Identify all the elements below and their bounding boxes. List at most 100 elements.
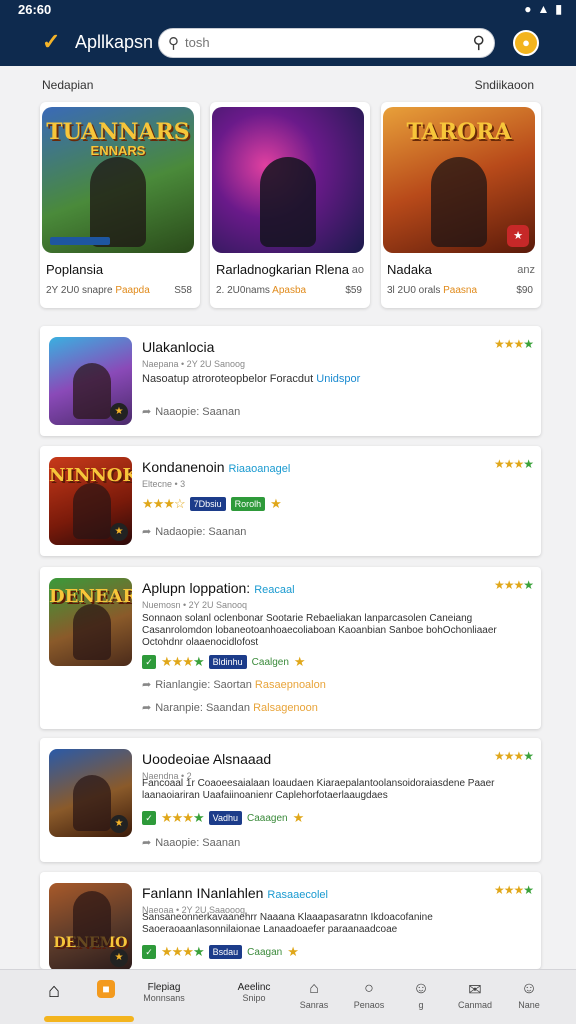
badge-chip: Vadhu [208, 811, 242, 825]
rating-stars: ★★★★ [493, 883, 534, 897]
list-description: Nasoatup atroroteopbelor Foracdut Unidsp… [142, 373, 361, 385]
list-subtitle: Nuemosn • 2Y 2U Sanooq [142, 600, 248, 610]
rating-stars: ★★★★ [161, 944, 205, 959]
list-item[interactable]: DENEMO ★ Fanlann INanlahlenRasaaecolel ★… [40, 872, 541, 971]
nav-item[interactable]: ☺ Nane [510, 970, 548, 1024]
avatar[interactable]: ● [513, 30, 539, 56]
character-figure [73, 363, 111, 419]
status-time: 26:60 [18, 2, 52, 17]
nav-item[interactable]: ✉ Canmad [452, 970, 498, 1024]
art-tagline [50, 237, 110, 245]
list-item[interactable]: ★ Ulakanlocia ★★★★ Naepana • 2Y 2U Sanoo… [40, 326, 541, 436]
nav-item[interactable]: ⌂ Sanras [294, 970, 334, 1024]
rating-stars: ★★★★ [161, 654, 205, 669]
list-thumbnail: ★ [49, 749, 132, 837]
featured-card[interactable]: TUANNARS ENNARS Poplansia 2Y 2U0 snapre … [40, 102, 200, 308]
badge-row: ✓ ★★★★ Vadhu Caaagen ★ [142, 810, 304, 826]
nav-item[interactable]: Aeelinc Snipo [224, 970, 284, 1024]
list-subtitle: Eltecne • 3 [142, 479, 186, 489]
chat-icon: ○ [364, 980, 374, 997]
check-icon: ✓ [142, 811, 156, 825]
featured-card[interactable]: Rarladnogkarian Rlena ao 2. 2U0nams Apas… [210, 102, 370, 308]
home-icon: ⌂ [47, 980, 61, 1002]
featured-art: TUANNARS ENNARS [42, 107, 194, 253]
thumb-badge-icon: ★ [110, 403, 128, 421]
list-title: Fanlann INanlahlen Rasaaecolel [142, 885, 328, 901]
list-action[interactable]: ➦ Naaopie: Saanan [142, 405, 240, 418]
battery-icon: ▮ [555, 2, 562, 16]
nav-item[interactable]: ○ Penaos [348, 970, 390, 1024]
art-subtitle: ENNARS [90, 143, 146, 158]
badge-chip: 7Dbsiu [189, 497, 226, 511]
featured-name-suffix: ao [351, 264, 364, 276]
list-title: Ulakanlocia [142, 339, 215, 355]
art-title: TARORA [406, 119, 512, 145]
list-action[interactable]: ➦ Naaopie: Saanan [142, 836, 240, 849]
check-icon: ✓ [142, 655, 156, 669]
section-header: Nedapian Sndiikaoon [0, 66, 576, 96]
rating-stars: ★★★☆ [142, 496, 186, 511]
share-icon: ➦ [142, 679, 152, 691]
share-icon: ➦ [142, 837, 152, 849]
rating-stars: ★★★★ [493, 337, 534, 351]
list-title: Aplupn loppation: Reacaal [142, 580, 295, 596]
list-item[interactable]: NINNOK ★ Kondanenoin Riaaoanagel ★★★★ Elt… [40, 446, 541, 556]
character-figure [73, 891, 111, 947]
list-subtitle: Naepana • 2Y 2U Sanoog [142, 359, 246, 369]
list-description: Fancoaal 1r Coaoeesaialaan loaudaen Kiar… [142, 778, 495, 801]
badge-row: ✓ ★★★★ Bldinhu Caalgen ★ [142, 654, 306, 670]
store-icon: ■ [88, 980, 124, 1000]
badge-label: Caalgen [251, 656, 289, 668]
thumb-badge-icon: ★ [110, 523, 128, 541]
featured-meta: 2Y 2U0 snapre Paapda [46, 285, 150, 296]
art-title: TUANNARS [46, 119, 190, 145]
list-item[interactable]: ★ Uoodeoiae Alsnaaad ★★★★ Naendna • 2 Fa… [40, 738, 541, 862]
list-thumbnail: NINNOK ★ [49, 457, 132, 545]
award-icon: ★ [292, 810, 305, 825]
home-indicator [44, 1016, 134, 1022]
badge-chip: Bsdau [208, 945, 243, 959]
tent-icon: ⌂ [309, 980, 319, 997]
badge-row: ✓ ★★★★ Bsdau Caagan ★ [142, 944, 299, 960]
character-figure [90, 157, 146, 247]
search-bar[interactable]: ⚲ ⚲ [158, 28, 495, 58]
rating-stars: ★★★★ [493, 457, 534, 471]
share-icon: ➦ [142, 406, 152, 418]
list-title: Uoodeoiae Alsnaaad [142, 751, 272, 767]
list-action[interactable]: ➦ Naranpie: Saandan Ralsagenoon [142, 701, 318, 714]
featured-meta: 2. 2U0nams Apasba [216, 285, 307, 296]
character-figure [431, 157, 487, 247]
featured-card[interactable]: TARORA ★ Nadaka anz 3l 2U0 orals Paasna … [381, 102, 541, 308]
list-title: Kondanenoin Riaaoanagel [142, 459, 291, 475]
featured-art: TARORA ★ [383, 107, 535, 253]
check-icon: ✓ [142, 945, 156, 959]
nav-item[interactable]: Flepiag Monnsans [132, 970, 196, 1024]
character-figure [73, 483, 111, 539]
badge-row: ★★★☆ 7Dbsiu Rorolh ★ [142, 496, 282, 512]
app-logo-icon: ✓ [42, 29, 61, 54]
featured-name: Poplansia [46, 262, 104, 277]
list-action[interactable]: ➦ Rianlangie: Saortan Rasaepnoalon [142, 678, 326, 691]
award-icon: ★ [293, 654, 306, 669]
status-bar: 26:60 ● ▲ ▮ [0, 0, 576, 20]
list-action[interactable]: ➦ Nadaopie: Saanan [142, 525, 246, 538]
nav-item[interactable]: ☺ g [404, 970, 438, 1024]
search-submit-icon[interactable]: ⚲ [473, 33, 485, 53]
link-text: Unidspor [316, 373, 361, 385]
character-figure [73, 775, 111, 831]
app-title: Apllkapsn [75, 32, 154, 52]
section-link[interactable]: Sndiikaoon [475, 78, 534, 92]
search-icon: ⚲ [168, 35, 179, 52]
featured-meta: 3l 2U0 orals Paasna [387, 285, 478, 296]
featured-price: $59 [345, 285, 362, 296]
thumb-badge-icon: ★ [110, 949, 128, 967]
featured-price: $90 [516, 285, 533, 296]
thumb-badge-icon: ★ [110, 815, 128, 833]
list-item[interactable]: DENEAR Aplupn loppation: Reacaal ★★★★ Nue… [40, 567, 541, 729]
section-title: Nedapian [42, 78, 94, 92]
signal-icon: ▲ [537, 2, 550, 16]
smile-icon: ☺ [412, 980, 430, 997]
list-thumbnail: DENEAR [49, 578, 132, 666]
status-icons: ● ▲ ▮ [524, 2, 562, 16]
search-input[interactable] [185, 35, 445, 50]
